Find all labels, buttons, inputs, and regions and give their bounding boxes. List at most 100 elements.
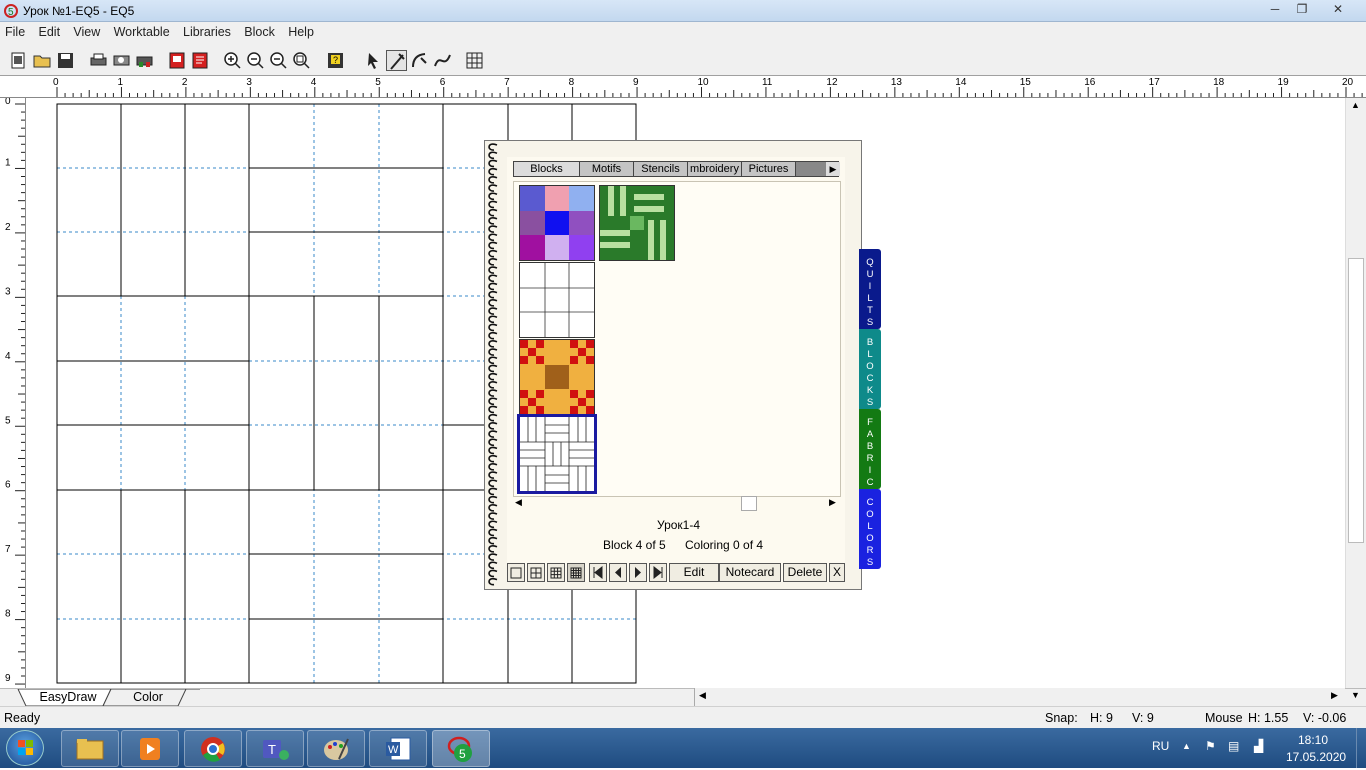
view-1x1-icon[interactable] — [507, 563, 525, 582]
library-button-bar: Edit Notecard Delete X — [507, 561, 845, 583]
vertical-scroll-thumb[interactable] — [1348, 258, 1364, 543]
menu-libraries[interactable]: Libraries — [178, 22, 236, 42]
library-page: Blocks Motifs Stencils mbroidery Picture… — [507, 157, 845, 582]
media-player-icon[interactable] — [121, 730, 179, 767]
vertical-ruler: 0 1 2 3 4 5 6 7 8 9 — [0, 96, 26, 688]
scroll-up-icon[interactable]: ▲ — [1351, 100, 1360, 110]
svg-text:5: 5 — [459, 747, 466, 761]
vertical-scrollbar[interactable]: ▲ — [1345, 98, 1366, 688]
scroll-left-icon[interactable]: ◀ — [699, 690, 706, 701]
first-block-icon[interactable] — [589, 563, 607, 582]
scroll-down-icon[interactable]: ▼ — [1351, 690, 1360, 700]
library-horizontal-scrollbar[interactable]: ◀ ▶ — [513, 495, 841, 513]
tab-embroidery[interactable]: mbroidery — [688, 162, 742, 176]
zoom-out-icon[interactable] — [245, 50, 266, 71]
scroll-left-icon[interactable]: ◀ — [515, 497, 522, 508]
tab-pictures[interactable]: Pictures — [742, 162, 796, 176]
view-3x3-icon[interactable] — [547, 563, 565, 582]
add-to-sketchbook-icon[interactable] — [167, 50, 188, 71]
print-setup-icon[interactable] — [134, 50, 155, 71]
snap-label: Snap: — [1045, 711, 1078, 725]
new-icon[interactable] — [8, 50, 29, 71]
menu-edit[interactable]: Edit — [34, 22, 66, 42]
word-icon[interactable]: W — [369, 730, 427, 767]
ruler-label: 6 — [5, 480, 11, 491]
zoom-in-icon[interactable] — [222, 50, 243, 71]
previous-block-icon[interactable] — [609, 563, 627, 582]
block-thumbnail[interactable] — [519, 185, 595, 261]
menu-block[interactable]: Block — [239, 22, 280, 42]
line-tool-icon[interactable] — [386, 50, 407, 71]
bezier-tool-icon[interactable] — [432, 50, 453, 71]
svg-text:?: ? — [333, 55, 338, 65]
pick-tool-icon[interactable] — [363, 50, 384, 71]
tab-blocks[interactable]: Blocks — [514, 162, 580, 176]
eq5-icon[interactable]: 5 — [432, 730, 490, 767]
view-sketchbook-icon[interactable] — [190, 50, 211, 71]
block-thumbnail[interactable] — [599, 185, 675, 261]
side-tab-quilts-label: QUILTS — [866, 257, 874, 328]
side-tab-quilts[interactable]: QUILTS — [859, 249, 881, 329]
tab-color[interactable]: Color — [110, 689, 186, 707]
refresh-icon[interactable] — [268, 50, 289, 71]
delete-button[interactable]: Delete — [783, 563, 827, 582]
close-window-button[interactable]: ✕ — [1316, 1, 1360, 18]
teams-icon[interactable]: T — [246, 730, 304, 767]
open-icon[interactable] — [32, 50, 53, 71]
side-tab-colors[interactable]: COLORS — [859, 489, 881, 569]
menu-view[interactable]: View — [68, 22, 105, 42]
horizontal-scrollbar[interactable]: ◀ ▶ ▼ — [694, 688, 1360, 706]
help-icon[interactable]: ? — [325, 50, 346, 71]
mouse-horizontal: H: 1.55 — [1248, 711, 1289, 725]
clock-time[interactable]: 18:10 — [1298, 733, 1328, 747]
signal-icon[interactable]: ▟ — [1254, 739, 1263, 753]
flag-icon[interactable]: ⚑ — [1205, 739, 1216, 753]
print-preview-icon[interactable] — [111, 50, 132, 71]
maximize-button[interactable]: ❐ — [1289, 1, 1315, 18]
snap-vertical: V: 9 — [1132, 711, 1154, 725]
tab-motifs[interactable]: Motifs — [580, 162, 634, 176]
scroll-right-icon[interactable]: ▶ — [1331, 690, 1338, 701]
view-2x2-icon[interactable] — [527, 563, 545, 582]
language-indicator[interactable]: RU — [1152, 739, 1169, 753]
last-block-icon[interactable] — [649, 563, 667, 582]
save-icon[interactable] — [55, 50, 76, 71]
edit-button[interactable]: Edit — [669, 563, 719, 582]
paint-icon[interactable] — [307, 730, 365, 767]
print-icon[interactable] — [88, 50, 109, 71]
block-thumbnail[interactable] — [519, 262, 595, 338]
side-tab-blocks[interactable]: BLOCKS — [859, 329, 881, 409]
network-icon[interactable]: ▤ — [1228, 739, 1239, 753]
clock-date[interactable]: 17.05.2020 — [1286, 750, 1346, 764]
grid-icon[interactable] — [464, 50, 485, 71]
ruler-label: 2 — [182, 77, 188, 88]
library-panel: Blocks Motifs Stencils mbroidery Picture… — [484, 140, 862, 590]
start-button[interactable] — [6, 730, 44, 766]
taskbar: T W 5 RU ▲ ⚑ ▤ ▟ 18:10 17.05.2020 — [0, 728, 1366, 768]
menu-worktable[interactable]: Worktable — [109, 22, 175, 42]
tab-stencils[interactable]: Stencils — [634, 162, 688, 176]
notecard-button[interactable]: Notecard — [719, 563, 781, 582]
ruler-label: 1 — [5, 157, 11, 168]
chrome-icon[interactable] — [184, 730, 242, 767]
close-library-button[interactable]: X — [829, 563, 845, 582]
scroll-right-icon[interactable]: ▶ — [829, 497, 836, 508]
explorer-icon[interactable] — [61, 730, 119, 767]
block-thumbnail-selected[interactable] — [517, 414, 597, 494]
minimize-button[interactable]: ─ — [1262, 1, 1288, 18]
block-thumbnail[interactable] — [519, 339, 595, 415]
arc-tool-icon[interactable] — [409, 50, 430, 71]
ruler-label: 4 — [5, 351, 11, 362]
side-tab-fabrics[interactable]: FABRICS — [859, 409, 881, 500]
block-name: Урок1-4 — [657, 518, 701, 532]
next-block-icon[interactable] — [629, 563, 647, 582]
fit-to-worktable-icon[interactable] — [291, 50, 312, 71]
menu-file[interactable]: File — [0, 22, 30, 42]
menu-help[interactable]: Help — [283, 22, 319, 42]
view-4x4-icon[interactable] — [567, 563, 585, 582]
show-desktop-button[interactable] — [1356, 728, 1366, 768]
library-scroll-thumb[interactable] — [741, 496, 757, 511]
tray-expand-icon[interactable]: ▲ — [1182, 741, 1191, 751]
tab-easydraw[interactable]: EasyDraw — [28, 689, 108, 707]
tab-scroll-right-icon[interactable]: ▶ — [826, 162, 840, 176]
